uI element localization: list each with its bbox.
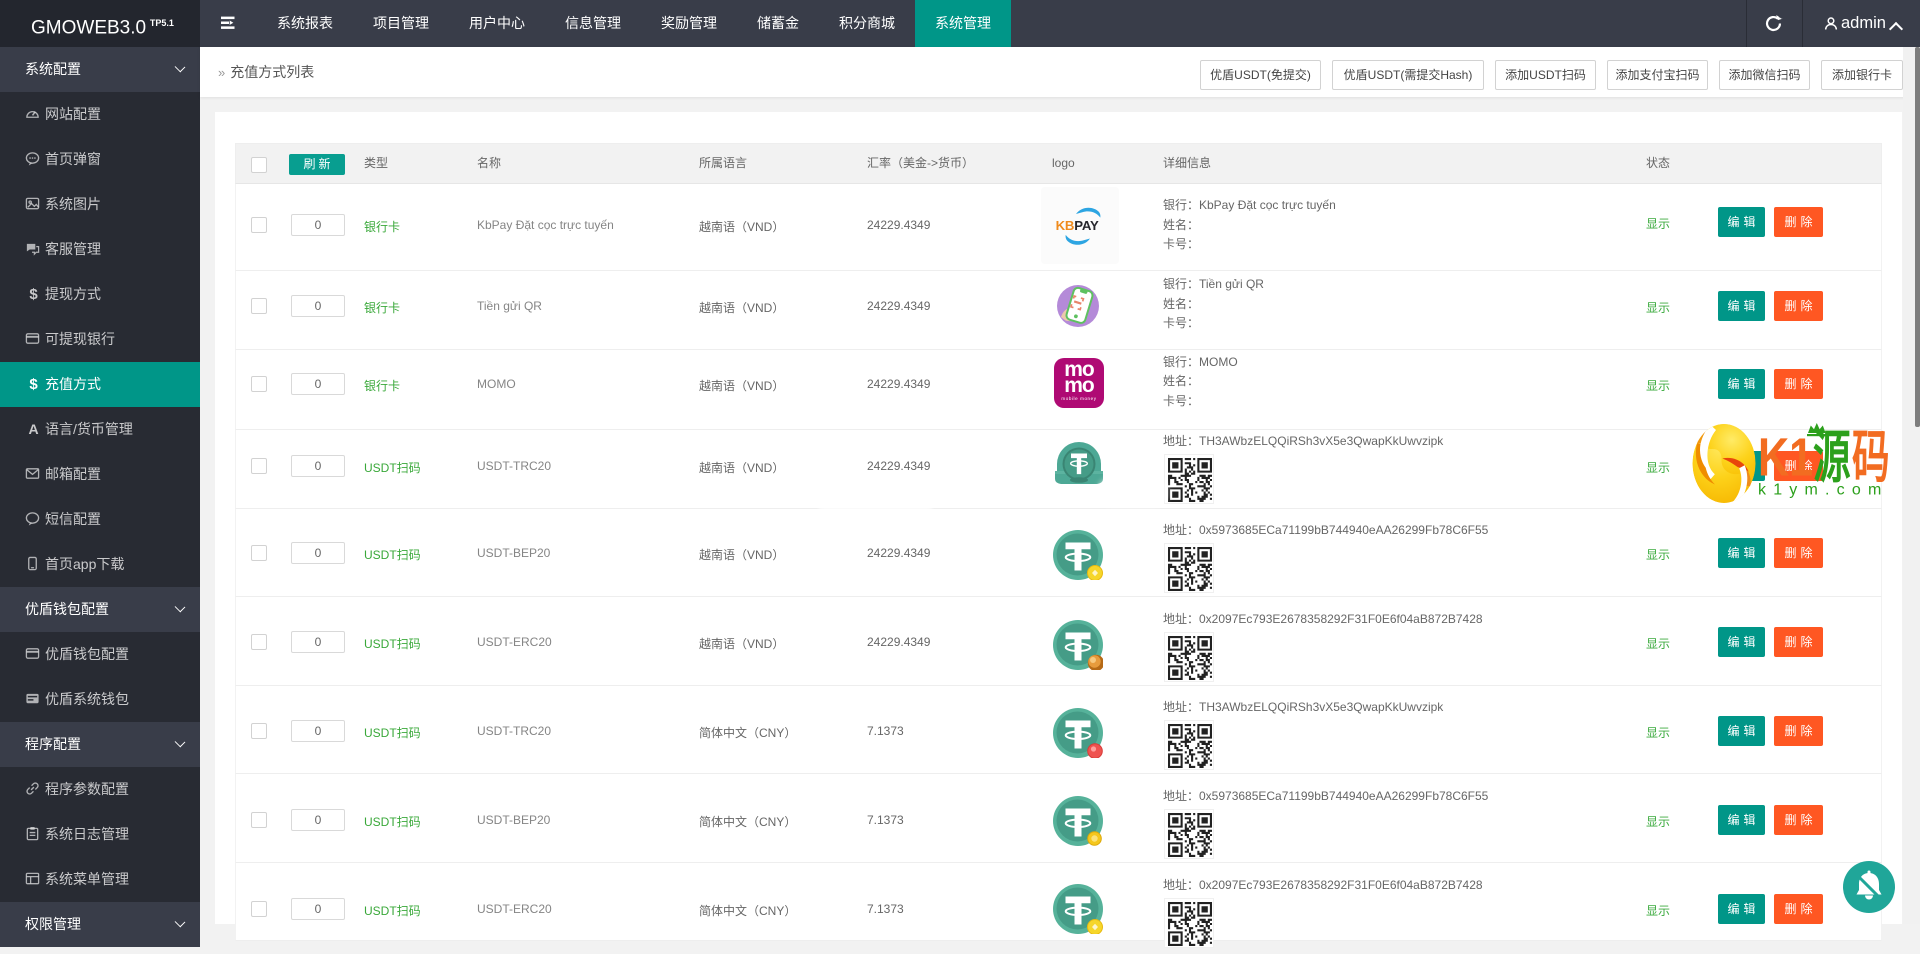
- svg-text:码: 码: [1852, 426, 1890, 490]
- svg-text:KBPAY: KBPAY: [1056, 218, 1099, 233]
- svg-text:k1ym.com: k1ym.com: [1758, 482, 1889, 499]
- svg-text:K1: K1: [1758, 428, 1813, 488]
